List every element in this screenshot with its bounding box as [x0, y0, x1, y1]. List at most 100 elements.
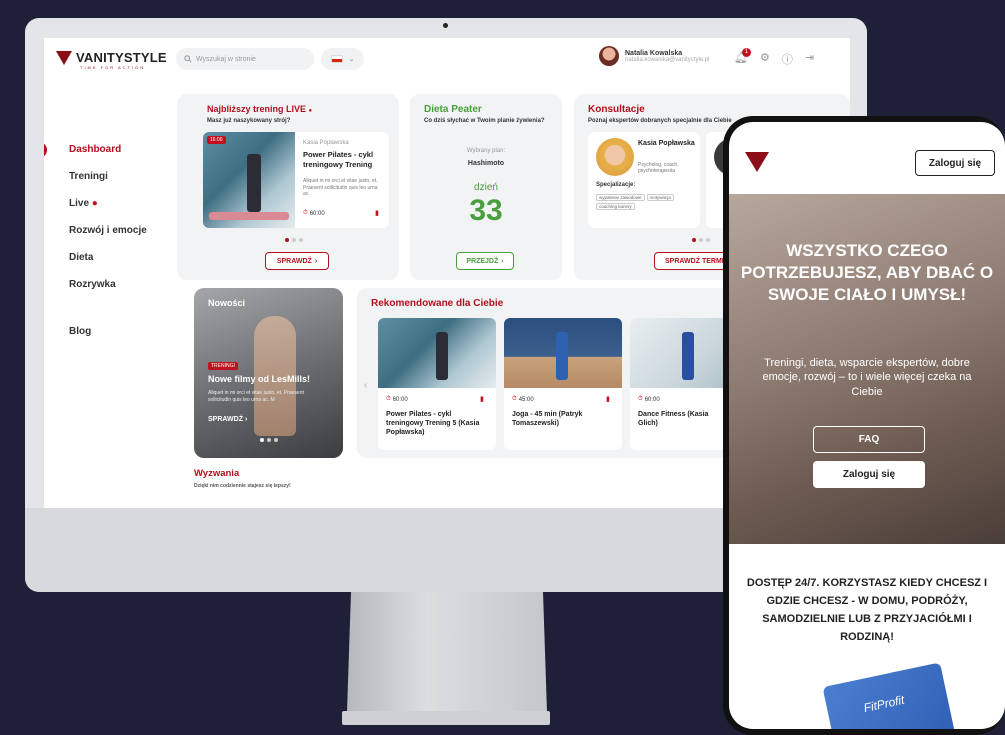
- training-thumbnail: [504, 318, 622, 388]
- top-bar: VANITYSTYLE TIME FOR ACTION Wyszukaj w s…: [44, 38, 850, 80]
- live-dot-icon: ●: [91, 198, 98, 209]
- recommended-title: Rekomendowane dla Ciebie: [371, 298, 504, 309]
- spec-tag: coaching kariery: [596, 203, 635, 210]
- training-thumbnail: [378, 318, 496, 388]
- diet-title: Dieta Peater: [424, 104, 482, 115]
- card-brand: FitProfit: [862, 692, 906, 716]
- login-top-button[interactable]: Zaloguj się: [915, 150, 995, 176]
- news-headline: Nowe filmy od LesMills!: [208, 374, 311, 384]
- hero-title: WSZYSTKO CZEGO POTRZEBUJESZ, ABY DBAĆ O …: [740, 241, 994, 305]
- logo-icon: [56, 50, 72, 65]
- dot[interactable]: [692, 238, 696, 242]
- search-icon: [184, 55, 192, 63]
- dot[interactable]: [299, 238, 303, 242]
- active-indicator: [44, 142, 47, 158]
- plan-name: Hashimoto: [467, 160, 505, 167]
- dot[interactable]: [260, 438, 264, 442]
- notification-badge: 1: [742, 48, 751, 57]
- dot[interactable]: [292, 238, 296, 242]
- carousel-dots: [285, 238, 303, 242]
- news-check-button[interactable]: SPRAWDŹ ›: [208, 416, 247, 423]
- expert-role: Psycholog, coach, psychoterapeuta: [638, 162, 679, 174]
- training-thumbnail: [203, 132, 295, 228]
- trainer-figure: [247, 154, 261, 212]
- news-card[interactable]: Nowości TRENINGI Nowe filmy od LesMills!…: [194, 288, 343, 458]
- sidebar-item-treningi[interactable]: Treningi: [69, 171, 108, 182]
- sidebar-item-blog[interactable]: Blog: [69, 326, 91, 337]
- training-name: Power Pilates - cykl treningowy Trening: [303, 150, 374, 169]
- dot[interactable]: [267, 438, 271, 442]
- live-title: Najbliższy trening LIVE ●: [207, 104, 313, 114]
- dot[interactable]: [274, 438, 278, 442]
- news-title: Nowości: [208, 298, 246, 308]
- header-icons: 🔔︎ 1 ⚙ ⓘ ⇥: [734, 48, 814, 67]
- duration: ⏱ 60:00: [303, 210, 325, 217]
- faq-button[interactable]: FAQ: [813, 426, 925, 453]
- dot[interactable]: [706, 238, 710, 242]
- live-check-button[interactable]: SPRAWDŹ ›: [265, 252, 329, 270]
- diet-go-button[interactable]: PRZEJDŹ ›: [456, 252, 514, 270]
- duration-text: 60:00: [309, 210, 325, 217]
- plan-label: Wybrany plan:: [466, 148, 506, 154]
- duration: ⏱ 45:00: [512, 396, 534, 403]
- sidebar-item-label: Live: [69, 198, 90, 209]
- clock-icon: ⏱: [303, 210, 308, 216]
- dot[interactable]: [285, 238, 289, 242]
- training-name: Joga - 45 min (Patryk Tomaszewski): [512, 411, 583, 428]
- logo-tagline: TIME FOR ACTION: [80, 65, 146, 70]
- training-name: Dance Fitness (Kasia Glich): [638, 411, 709, 428]
- live-dot-icon: ●: [308, 108, 313, 114]
- button-label: SPRAWDŹ: [208, 416, 243, 423]
- logout-icon[interactable]: ⇥: [805, 51, 814, 67]
- diet-subtitle: Co dziś słychać w Twoim planie żywienia?: [424, 118, 545, 124]
- button-label: PRZEJDŹ: [466, 257, 499, 265]
- recommended-item[interactable]: ⏱ 45:00 ▮ Joga - 45 min (Patryk Tomaszews…: [504, 318, 622, 450]
- sidebar: Dashboard Treningi Live ● Rozwój i emocj…: [44, 80, 169, 508]
- language-select[interactable]: ⌄: [321, 48, 364, 70]
- search-input[interactable]: Wyszukaj w stronie: [176, 48, 314, 70]
- flag-pl-icon: [330, 55, 343, 63]
- login-button[interactable]: Zaloguj się: [813, 461, 925, 488]
- button-label: SPRAWDŹ: [276, 257, 312, 265]
- spec-tag: wypalenie zawodowe: [596, 194, 645, 201]
- search-placeholder: Wyszukaj w stronie: [196, 55, 256, 63]
- diet-card: Dieta Peater Co dziś słychać w Twoim pla…: [410, 94, 562, 280]
- user-profile[interactable]: Natalia Kowalska natalia.kowalska@vanity…: [599, 46, 709, 66]
- access-text: DOSTĘP 24/7. KORZYSTASZ KIEDY CHCESZ I G…: [746, 577, 988, 644]
- spec-label: Specjalizacje:: [596, 182, 636, 188]
- chevron-right-icon: ›: [314, 257, 318, 265]
- dot[interactable]: [699, 238, 703, 242]
- sidebar-item-live[interactable]: Live ●: [69, 198, 98, 209]
- sidebar-item-rozwoj[interactable]: Rozwój i emocje: [69, 225, 147, 236]
- live-subtitle: Masz już naszykowany strój?: [207, 118, 291, 124]
- trainer-figure: [436, 332, 448, 380]
- expert-avatar: [596, 138, 634, 176]
- spec-tag: motywacja: [646, 194, 674, 201]
- logo[interactable]: VANITYSTYLE TIME FOR ACTION: [56, 50, 167, 70]
- live-training-card[interactable]: 16:00 Kasia Popławska Power Pilates - cy…: [203, 132, 389, 228]
- sidebar-item-rozrywka[interactable]: Rozrywka: [69, 279, 116, 290]
- live-card: Najbliższy trening LIVE ● Masz już naszy…: [177, 94, 399, 280]
- sidebar-item-dieta[interactable]: Dieta: [69, 252, 93, 263]
- logo-icon[interactable]: [745, 152, 769, 172]
- avatar: [599, 46, 619, 66]
- difficulty-icon: ▮: [375, 210, 379, 217]
- monitor-foot: [342, 711, 550, 725]
- duration: ⏱ 60:00: [386, 396, 408, 403]
- time-tag: 16:00: [207, 136, 226, 144]
- clock-icon: ⏱: [638, 396, 643, 402]
- duration-text: 60:00: [644, 396, 660, 403]
- expert-card[interactable]: Kasia Popławska Psycholog, coach, psycho…: [588, 132, 700, 228]
- sidebar-item-dashboard[interactable]: Dashboard: [69, 144, 121, 155]
- difficulty-icon: ▮: [606, 396, 610, 403]
- bell-icon[interactable]: 🔔︎ 1: [734, 48, 751, 67]
- challenges-subtitle: Dzięki nim codziennie stajesz się lepszy…: [194, 483, 291, 489]
- user-email: natalia.kowalska@vanitystyle.pl: [625, 56, 710, 63]
- recommended-item[interactable]: ⏱ 60:00 ▮ Power Pilates - cykl treningowy…: [378, 318, 496, 450]
- gear-icon[interactable]: ⚙: [760, 51, 770, 67]
- chevron-left-icon[interactable]: ‹: [364, 380, 367, 391]
- carousel-dots: [260, 438, 278, 442]
- help-icon[interactable]: ⓘ: [782, 51, 793, 67]
- expert-name: Kasia Popławska: [638, 140, 695, 147]
- consult-title: Konsultacje: [588, 104, 645, 115]
